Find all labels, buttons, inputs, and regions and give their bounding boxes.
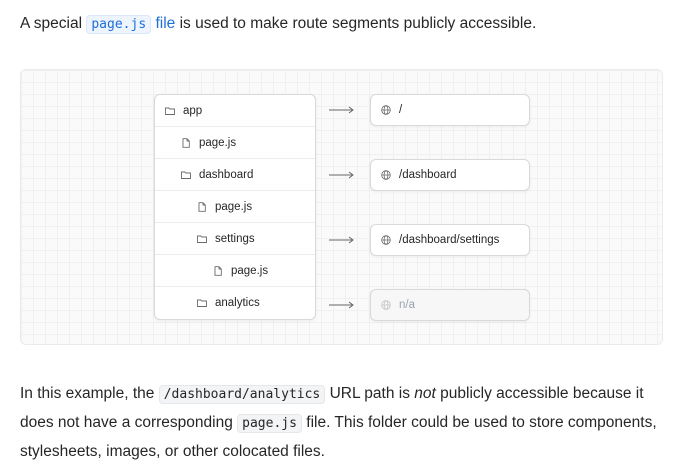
tree-row-label: dashboard xyxy=(199,168,254,181)
analytics-path-code: /dashboard/analytics xyxy=(158,385,326,404)
tree-row-label: page.js xyxy=(231,264,269,277)
globe-icon xyxy=(381,300,391,310)
intro-prefix: A special xyxy=(20,15,87,32)
route-dashboard-settings: /dashboard/settings xyxy=(370,224,530,256)
file-icon xyxy=(181,137,191,148)
file-icon xyxy=(197,201,207,212)
folder-icon xyxy=(197,234,207,244)
route-root: / xyxy=(370,94,530,126)
tree-row-label: page.js xyxy=(199,136,237,149)
arrow-right-icon xyxy=(329,301,354,309)
arrow-right-icon xyxy=(329,106,354,114)
file-icon xyxy=(213,265,223,276)
tree-row-page-js: page.js xyxy=(155,191,315,223)
tree-row-page-js: page.js xyxy=(155,127,315,159)
route-dashboard: /dashboard xyxy=(370,159,530,191)
outro-part2: URL path is xyxy=(325,385,415,402)
globe-icon xyxy=(381,105,391,115)
outro-paragraph: In this example, the /dashboard/analytic… xyxy=(20,380,670,466)
page-js-code: page.js xyxy=(237,414,302,433)
page-js-file-link[interactable]: page.js file xyxy=(86,15,176,34)
tree-row-label: app xyxy=(183,104,203,117)
tree-row-page-js: page.js xyxy=(155,255,315,287)
route-path: /dashboard xyxy=(399,169,457,181)
tree-row-label: analytics xyxy=(215,297,260,309)
intro-suffix: is used to make route segments publicly … xyxy=(175,15,537,32)
intro-paragraph: A special page.js file is used to make r… xyxy=(20,12,670,37)
route-not-available: n/a xyxy=(370,289,530,321)
outro-part1: In this example, the xyxy=(20,385,159,402)
tree-row-label: settings xyxy=(215,232,255,245)
folder-icon xyxy=(181,170,191,180)
folder-icon xyxy=(165,106,175,116)
arrow-right-icon xyxy=(329,236,354,244)
link-suffix: file xyxy=(151,15,176,32)
route-path: /dashboard/settings xyxy=(399,234,500,246)
tree-row-dashboard: dashboard xyxy=(155,159,315,191)
tree-row-settings: settings xyxy=(155,223,315,255)
tree-row-label: page.js xyxy=(215,200,253,213)
outro-emphasis: not xyxy=(414,385,436,402)
globe-icon xyxy=(381,235,391,245)
arrow-right-icon xyxy=(329,171,354,179)
page-js-code: page.js xyxy=(86,15,152,34)
tree-row-analytics: analytics xyxy=(155,287,315,319)
route-path: n/a xyxy=(399,299,415,311)
globe-icon xyxy=(381,170,391,180)
tree-row-app: app xyxy=(155,95,315,127)
route-diagram: app page.js dashboard page.js settings p… xyxy=(20,69,663,345)
folder-icon xyxy=(197,298,207,308)
route-path: / xyxy=(399,104,403,116)
file-tree: app page.js dashboard page.js settings p… xyxy=(154,94,316,320)
